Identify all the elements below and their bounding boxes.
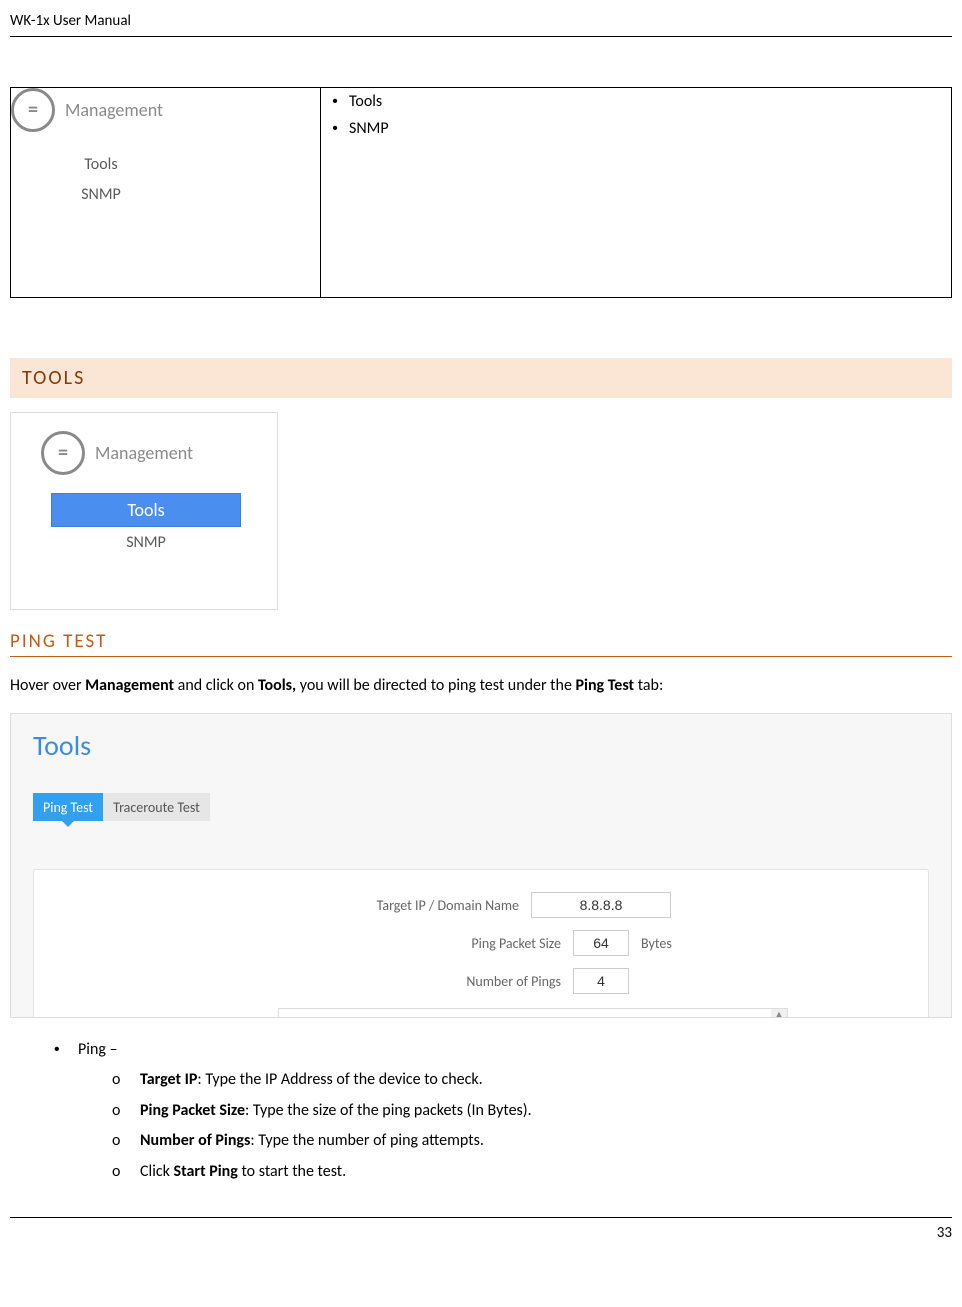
header-rule — [10, 36, 952, 37]
ping-bullets: •Ping – oTarget IP: Type the IP Address … — [10, 1040, 952, 1183]
page-header-title: WK-1x User Manual — [10, 10, 952, 36]
sb-b-1: Ping Packet Size — [140, 1101, 245, 1120]
packet-size-label: Ping Packet Size — [261, 935, 561, 952]
tab-ping-test[interactable]: Ping Test — [33, 793, 103, 821]
sub-bullet-target-ip: oTarget IP: Type the IP Address of the d… — [112, 1069, 952, 1091]
management-icon-row: = Management — [11, 88, 320, 132]
page-number: 33 — [10, 1218, 952, 1242]
sb-p-3: Click — [140, 1162, 174, 1181]
tools-highlight-item[interactable]: Tools — [51, 493, 241, 527]
intro-mid1: and click on — [174, 676, 258, 695]
right-item-snmp: •SNMP — [321, 115, 951, 142]
ping-top-label: Ping – — [78, 1040, 117, 1059]
sb-b-3: Start Ping — [174, 1162, 238, 1181]
sub-bullet-num-pings: oNumber of Pings: Type the number of pin… — [112, 1130, 952, 1152]
sb-r-2: : Type the number of ping attempts. — [250, 1131, 484, 1150]
tab-traceroute-test[interactable]: Traceroute Test — [103, 793, 210, 821]
tools-panel-title: Tools — [11, 714, 951, 763]
results-box: ▲ — [278, 1008, 788, 1018]
management-table-left-cell: = Management Tools SNMP — [11, 88, 321, 298]
sub-bullet-packet-size: oPing Packet Size: Type the size of the … — [112, 1100, 952, 1122]
ping-count-input[interactable] — [573, 968, 629, 994]
sb-r-3: to start the test. — [238, 1162, 346, 1181]
intro-b3: Ping Test — [576, 676, 635, 695]
sb-r-0: : Type the IP Address of the device to c… — [197, 1070, 482, 1089]
management-table-right-cell: •Tools •SNMP — [321, 88, 952, 298]
management-block-2: = Management Tools SNMP — [10, 412, 278, 610]
sb-b-2: Number of Pings — [140, 1131, 250, 1150]
ping-top-bullet: •Ping – oTarget IP: Type the IP Address … — [54, 1040, 952, 1183]
ping-test-heading: PING TEST — [10, 630, 952, 657]
form-card: Target IP / Domain Name Ping Packet Size… — [33, 869, 929, 1018]
management-icon-2: = — [41, 431, 85, 475]
ping-test-intro: Hover over Management and click on Tools… — [10, 675, 952, 697]
management-subitems: Tools SNMP — [11, 150, 191, 211]
management-label-2: Management — [95, 442, 193, 464]
management-icon-row-2: = Management — [41, 431, 277, 475]
intro-post: tab: — [634, 676, 663, 695]
management-sub-tools: Tools — [84, 150, 117, 180]
intro-b2: Tools, — [258, 676, 296, 695]
right-item-snmp-label: SNMP — [349, 119, 389, 138]
management-sub-snmp: SNMP — [81, 180, 121, 210]
tools-section-heading: TOOLS — [10, 358, 952, 398]
tools-panel: Tools Ping Test Traceroute Test Target I… — [10, 713, 952, 1018]
intro-pre: Hover over — [10, 676, 85, 695]
packet-size-unit: Bytes — [641, 935, 701, 952]
form-row-size: Ping Packet Size Bytes — [34, 930, 928, 956]
form-row-count: Number of Pings — [34, 968, 928, 994]
packet-size-input[interactable] — [573, 930, 629, 956]
intro-mid2: you will be directed to ping test under … — [296, 676, 575, 695]
management-table: = Management Tools SNMP •Tools •SNMP — [10, 87, 952, 298]
sb-r-1: : Type the size of the ping packets (In … — [245, 1101, 532, 1120]
right-item-tools: •Tools — [321, 88, 951, 115]
target-ip-input[interactable] — [531, 892, 671, 918]
tab-row: Ping Test Traceroute Test — [33, 793, 951, 821]
results-scrollbar[interactable]: ▲ — [771, 1009, 787, 1018]
management-sub-2: Tools SNMP — [41, 493, 251, 552]
target-ip-label: Target IP / Domain Name — [219, 897, 519, 914]
right-item-tools-label: Tools — [349, 92, 382, 111]
ping-count-label: Number of Pings — [261, 973, 561, 990]
snmp-item-2[interactable]: SNMP — [41, 533, 251, 552]
sub-bullet-start-ping: oClick Start Ping to start the test. — [112, 1161, 952, 1183]
intro-b1: Management — [85, 676, 174, 695]
sb-b-0: Target IP — [140, 1070, 197, 1089]
management-label: Management — [65, 99, 163, 121]
form-row-target: Target IP / Domain Name — [34, 892, 928, 918]
management-icon: = — [11, 88, 55, 132]
